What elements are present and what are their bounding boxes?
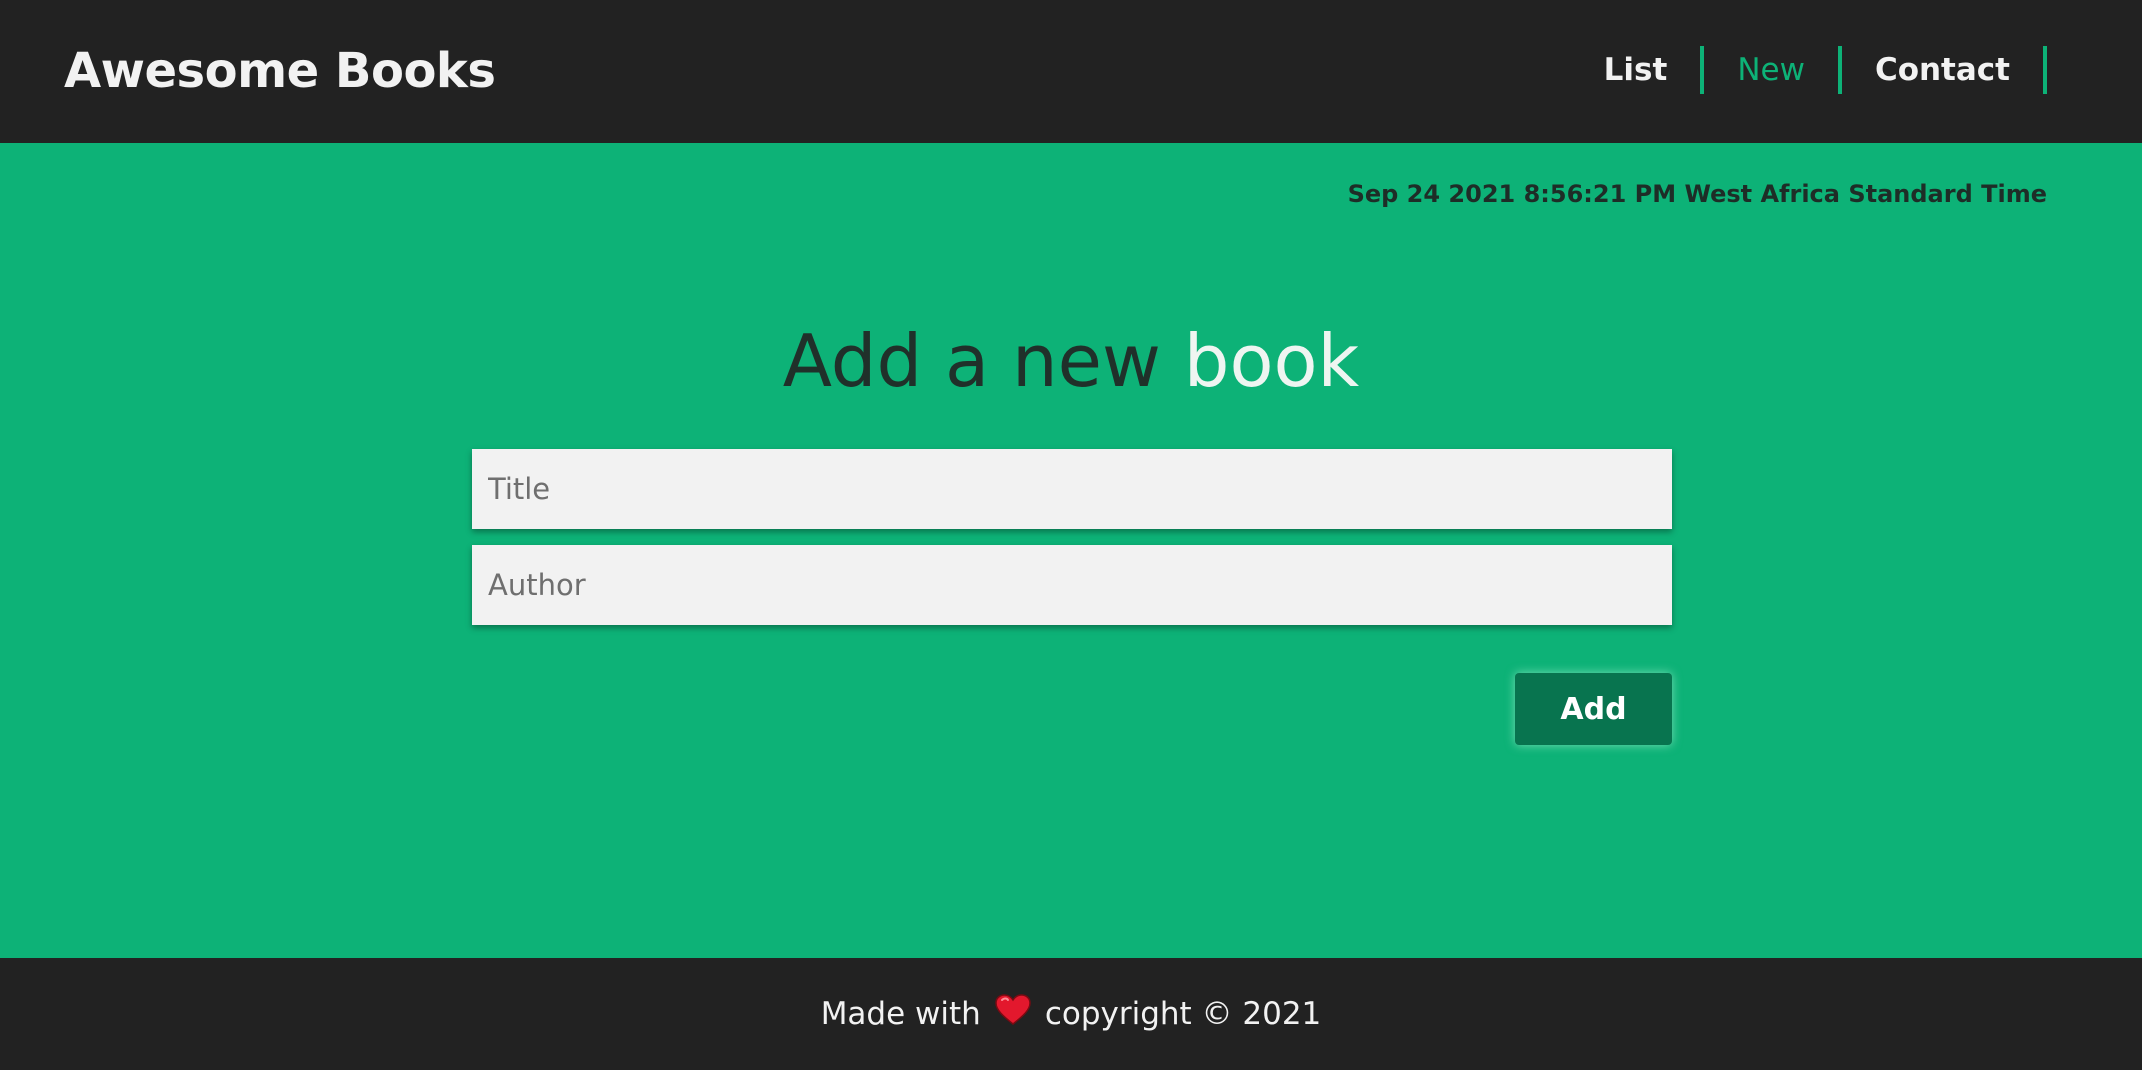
page-title-text: Add a new bbox=[782, 319, 1184, 403]
current-datetime: Sep 24 2021 8:56:21 PM West Africa Stand… bbox=[1347, 180, 2047, 208]
heart-icon bbox=[995, 994, 1031, 1034]
nav-link-contact[interactable]: Contact bbox=[1842, 46, 2047, 94]
nav-link-new[interactable]: New bbox=[1704, 46, 1842, 94]
add-book-button[interactable]: Add bbox=[1515, 673, 1672, 745]
brand-logo[interactable]: Awesome Books bbox=[64, 42, 496, 100]
page-title-accent: book bbox=[1183, 319, 1360, 403]
nav-link-list[interactable]: List bbox=[1571, 46, 1705, 94]
title-input[interactable] bbox=[472, 449, 1672, 529]
site-footer: Made with copyright © 2021 bbox=[0, 958, 2142, 1070]
main-nav: List New Contact bbox=[1571, 46, 2047, 94]
footer-copyright: copyright © 2021 bbox=[1044, 996, 1322, 1032]
footer-made-with: Made with bbox=[820, 996, 981, 1032]
page-title: Add a new book bbox=[0, 318, 2142, 404]
author-input[interactable] bbox=[472, 545, 1672, 625]
site-header: Awesome Books List New Contact bbox=[0, 0, 2142, 143]
